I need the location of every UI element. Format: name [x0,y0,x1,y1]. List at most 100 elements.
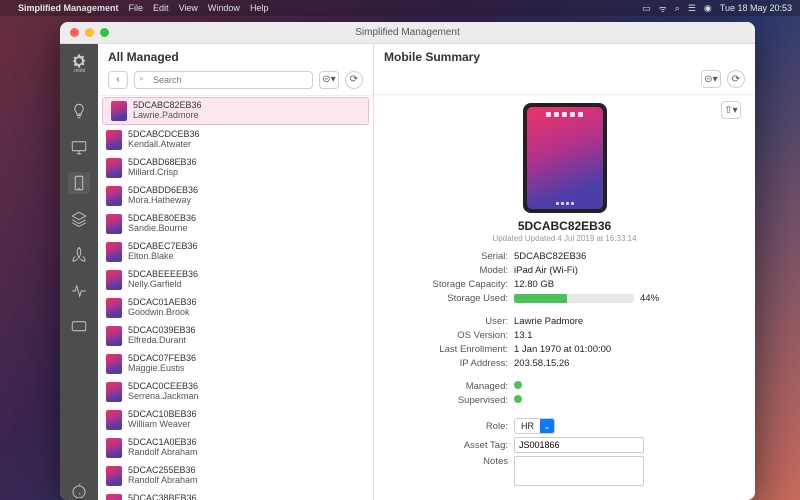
device-thumb-icon [106,242,122,262]
device-row-name: Sandie.Bourne [128,224,196,234]
search-field[interactable]: ⌕ [134,70,313,89]
control-center-icon[interactable]: ☰ [688,3,696,14]
nav-sidebar: .mobi [60,44,98,500]
device-thumb-icon [106,466,122,486]
device-list-toolbar: ‹ ⌕ ⊝▾ ⟳ [98,66,373,96]
device-row[interactable]: 5DCAC07FEB36Maggie.Eustis [98,350,373,378]
device-row-name: Millard.Crisp [128,168,197,178]
device-row-name: Lawrie.Padmore [133,111,202,121]
chevron-down-icon: ⌄ [540,419,554,433]
app-window: Simplified Management .mobi All Managed [60,22,755,500]
device-row-name: Goodwin.Brook [128,308,197,318]
storage-bar [514,294,634,303]
device-row-name: William Weaver [128,420,197,430]
nav-logout[interactable] [68,478,90,500]
model-value: iPad Air (Wi-Fi) [514,265,578,276]
nav-desktops[interactable] [68,136,90,158]
device-thumb-icon [106,186,122,206]
device-row[interactable]: 5DCAC38BEB36Belle Becket [98,490,373,500]
nav-layers[interactable] [68,208,90,230]
ip-value: 203.58.15.26 [514,358,569,369]
device-thumb-icon [106,158,122,178]
macos-menubar: Simplified Management File Edit View Win… [0,0,800,16]
nav-mobile[interactable] [68,172,90,194]
search-icon: ⌕ [139,73,144,84]
device-name: 5DCABC82EB36 [388,219,741,233]
device-row[interactable]: 5DCABEEEEB36Nelly.Garfield [98,266,373,294]
summary-toolbar: ⊝▾ ⟳ [374,66,755,95]
device-thumb-icon [106,494,122,500]
menu-edit[interactable]: Edit [153,3,169,13]
device-row[interactable]: 5DCAC255EB36Randolf Abraham [98,462,373,490]
device-row-id: 5DCAC38BEB36 [128,494,197,500]
managed-status-dot [514,381,522,389]
device-list-pane: All Managed ‹ ⌕ ⊝▾ ⟳ 5DCABC82EB36Lawrie.… [98,44,374,500]
device-row[interactable]: 5DCAC039EB36Elfreda.Durant [98,322,373,350]
menu-help[interactable]: Help [250,3,269,13]
nav-settings[interactable]: .mobi [68,50,90,72]
device-thumb-icon [106,410,122,430]
device-row[interactable]: 5DCAC1A0EB36Randolf Abraham [98,434,373,462]
window-title: Simplified Management [60,27,755,38]
nav-ideas[interactable] [68,100,90,122]
refresh-summary-button[interactable]: ⟳ [727,70,745,88]
device-row-name: Nelly.Garfield [128,280,198,290]
filter-button[interactable]: ⊝▾ [319,71,339,89]
os-value: 13.1 [514,330,533,341]
device-row[interactable]: 5DCABE80EB36Sandie.Bourne [98,210,373,238]
nav-activity[interactable] [68,280,90,302]
device-row[interactable]: 5DCABEC7EB36Elton.Blake [98,238,373,266]
device-thumb-icon [106,354,122,374]
asset-tag-input[interactable] [514,437,644,453]
device-row[interactable]: 5DCAC01AEB36Goodwin.Brook [98,294,373,322]
device-row[interactable]: 5DCABC82EB36Lawrie.Padmore [102,97,369,125]
search-input[interactable] [134,71,313,89]
device-row[interactable]: 5DCAC0CEEB36Serrena.Jackman [98,378,373,406]
device-thumb-icon [106,270,122,290]
device-row-name: Randolf Abraham [128,448,198,458]
last-enrollment-value: 1 Jan 1970 at 01:00:00 [514,344,611,355]
menubar-app-name[interactable]: Simplified Management [18,3,119,13]
device-row[interactable]: 5DCABDD6EB36Mora.Hatheway [98,182,373,210]
back-button[interactable]: ‹ [108,71,128,89]
serial-value: 5DCABC82EB36 [514,251,586,262]
role-select[interactable]: HR⌄ [514,418,555,434]
summary-filter-button[interactable]: ⊝▾ [701,70,721,88]
device-row-name: Serrena.Jackman [128,392,199,402]
refresh-list-button[interactable]: ⟳ [345,71,363,89]
storage-used-label: 44% [640,293,659,304]
menu-window[interactable]: Window [208,3,240,13]
device-image [523,103,607,213]
search-icon[interactable]: ⌕ [675,3,680,14]
menubar-clock[interactable]: Tue 18 May 20:53 [720,3,792,13]
device-row-name: Elfreda.Durant [128,336,196,346]
device-row-name: Mora.Hatheway [128,196,198,206]
share-button[interactable]: ⇧▾ [721,101,741,119]
device-row[interactable]: 5DCABCDCEB36Kendall.Atwater [98,126,373,154]
device-thumb-icon [106,298,122,318]
device-list-title: All Managed [108,50,363,64]
device-thumb-icon [106,214,122,234]
nav-deploy[interactable] [68,244,90,266]
supervised-status-dot [514,395,522,403]
siri-icon[interactable]: ◉ [704,3,712,14]
notes-input[interactable] [514,456,644,486]
device-row[interactable]: 5DCABD68EB36Millard.Crisp [98,154,373,182]
battery-icon: ▭ [642,3,651,14]
menu-view[interactable]: View [179,3,198,13]
device-updated: Updated Updated 4 Jul 2019 at 16:33:14 [388,234,741,243]
device-list[interactable]: 5DCABC82EB36Lawrie.Padmore5DCABCDCEB36Ke… [98,96,373,500]
device-row[interactable]: 5DCAC10BEB36William Weaver [98,406,373,434]
device-thumb-icon [106,130,122,150]
nav-messages[interactable] [68,316,90,338]
device-thumb-icon [106,382,122,402]
device-thumb-icon [106,438,122,458]
device-row-name: Elton.Blake [128,252,198,262]
storage-capacity-value: 12.80 GB [514,279,554,290]
device-row-name: Randolf Abraham [128,476,198,486]
user-value: Lawrie Padmore [514,316,583,327]
menu-file[interactable]: File [129,3,144,13]
window-titlebar: Simplified Management [60,22,755,44]
device-row-name: Maggie.Eustis [128,364,196,374]
device-thumb-icon [106,326,122,346]
